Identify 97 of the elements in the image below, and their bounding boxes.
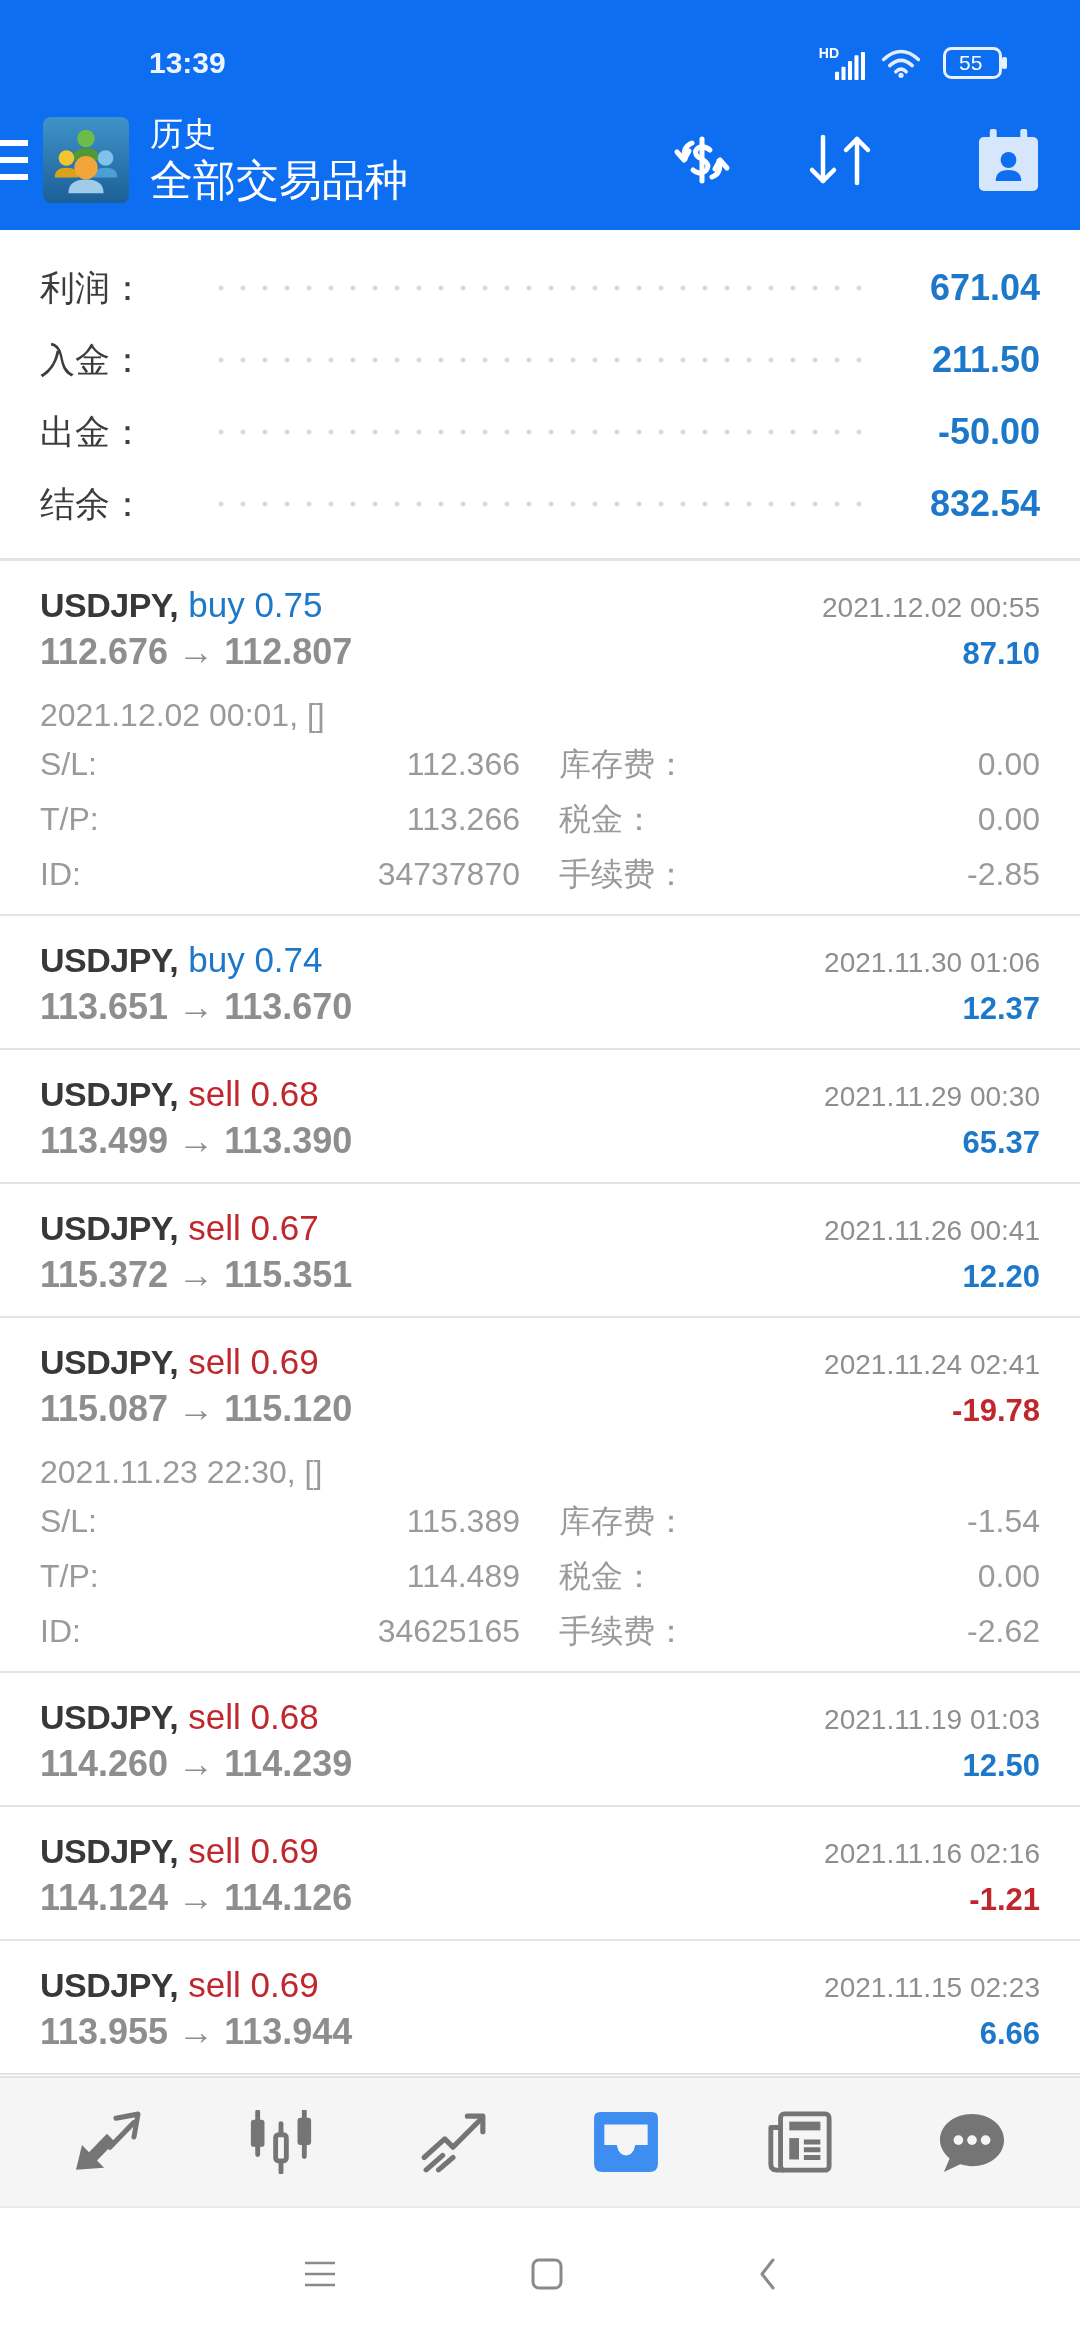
summary-value: 832.54 — [929, 483, 1040, 525]
wifi-icon — [881, 48, 921, 78]
trade-row[interactable]: USDJPY, sell 0.69 2021.11.24 02:41 115.087 → 115.120 -19.78 2021.11.23 22:30, [] S/L: 115.389 库存费： -1.54 T/P: 114.489 税金： 0.00 ID: 34625165 手续费： -2.62 — [0, 1318, 1080, 1673]
trade-row[interactable]: USDJPY, sell 0.68 2021.11.29 00:30 113.499 → 113.390 65.37 — [0, 1050, 1080, 1184]
order-type-text: sell 0.69 — [188, 1965, 319, 2005]
close-time-text: 2021.11.16 02:16 — [824, 1838, 1040, 1870]
close-time-text: 2021.12.02 00:55 — [822, 592, 1040, 624]
order-type-text: buy 0.75 — [188, 585, 323, 625]
detail-value: 114.489 — [406, 1558, 520, 1595]
home-icon[interactable] — [530, 2258, 563, 2290]
price-text: 113.651 → 113.670 — [40, 986, 353, 1028]
order-type-text: sell 0.69 — [188, 1831, 319, 1871]
summary-value: -50.00 — [937, 411, 1040, 453]
price-text: 113.499 → 113.390 — [40, 1120, 353, 1162]
detail-label: 库存费： — [559, 744, 687, 784]
summary-label: 出金： — [40, 410, 145, 453]
symbol-text: USDJPY, — [40, 1832, 179, 1871]
trade-row[interactable]: USDJPY, sell 0.67 2021.11.26 00:41 115.372 → 115.351 12.20 — [0, 1184, 1080, 1318]
battery-icon — [943, 47, 1007, 79]
detail-value: 34625165 — [377, 1613, 520, 1650]
profit-text: 12.50 — [962, 1748, 1040, 1784]
profit-text: 12.20 — [962, 1259, 1040, 1295]
detail-label: ID: — [40, 856, 81, 893]
order-type-text: sell 0.68 — [188, 1074, 319, 1114]
profit-text: 87.10 — [962, 636, 1040, 672]
price-text: 112.676 → 112.807 — [40, 631, 353, 673]
summary-label: 入金： — [40, 338, 145, 381]
symbol-text: USDJPY, — [40, 1966, 179, 2005]
summary-label: 利润： — [40, 266, 145, 309]
detail-label: 税金： — [559, 1556, 655, 1596]
profit-text: 12.37 — [962, 991, 1040, 1027]
profit-text: -19.78 — [952, 1393, 1040, 1429]
back-icon[interactable] — [758, 2258, 776, 2290]
detail-value: 0.00 — [977, 801, 1040, 838]
price-text: 115.087 → 115.120 — [40, 1388, 353, 1430]
detail-label: T/P: — [40, 801, 99, 838]
detail-label: 库存费： — [559, 1501, 687, 1541]
clock-time: 13:39 — [149, 46, 226, 80]
open-time-text: 2021.11.23 22:30, [] — [40, 1453, 323, 1492]
detail-label: 手续费： — [559, 854, 687, 894]
network-type-text: HD — [818, 46, 839, 60]
trade-row[interactable]: USDJPY, sell 0.69 2021.11.16 02:16 114.124 → 114.126 -1.21 — [0, 1807, 1080, 1941]
order-type-text: sell 0.67 — [188, 1208, 319, 1248]
symbol-text: USDJPY, — [40, 1209, 179, 1248]
menu-icon[interactable] — [0, 140, 28, 180]
app-logo-icon — [43, 117, 129, 203]
detail-value: 115.389 — [406, 1503, 520, 1540]
detail-value: -1.54 — [967, 1503, 1040, 1540]
symbol-text: USDJPY, — [40, 1075, 179, 1114]
price-text: 115.372 → 115.351 — [40, 1254, 353, 1296]
detail-value: -2.62 — [967, 1613, 1040, 1650]
close-time-text: 2021.11.29 00:30 — [824, 1081, 1040, 1113]
detail-value: 0.00 — [977, 746, 1040, 783]
symbol-text: USDJPY, — [40, 1343, 179, 1382]
detail-label: 税金： — [559, 799, 655, 839]
screen-subtitle: 全部交易品种 — [150, 155, 408, 206]
profit-text: -1.21 — [969, 1882, 1040, 1918]
price-text: 113.955 → 113.944 — [40, 2011, 353, 2053]
detail-value: 0.00 — [977, 1558, 1040, 1595]
close-time-text: 2021.11.26 00:41 — [824, 1215, 1040, 1247]
newspaper-icon — [765, 2110, 833, 2174]
detail-value: -2.85 — [967, 856, 1040, 893]
detail-value: 113.266 — [406, 801, 520, 838]
battery-text: 55 — [959, 52, 983, 74]
summary-value: 211.50 — [931, 339, 1040, 381]
price-text: 114.124 → 114.126 — [40, 1877, 353, 1919]
order-type-text: buy 0.74 — [188, 940, 323, 980]
contact-card-icon[interactable] — [977, 129, 1040, 191]
symbol-text: USDJPY, — [40, 941, 179, 980]
profit-text: 65.37 — [962, 1125, 1040, 1161]
trade-row[interactable]: USDJPY, buy 0.75 2021.12.02 00:55 112.676 → 112.807 87.10 2021.12.02 00:01, [] S/L: 112.366 库存费： 0.00 T/P: 113.266 税金： 0.00 ID: 34737870 手续费： -2.85 — [0, 561, 1080, 916]
detail-label: 手续费： — [559, 1611, 687, 1651]
detail-label: S/L: — [40, 1503, 97, 1540]
detail-label: S/L: — [40, 746, 97, 783]
symbol-text: USDJPY, — [40, 586, 179, 625]
close-time-text: 2021.11.19 01:03 — [824, 1704, 1040, 1736]
screen-title: 历史 — [150, 114, 216, 154]
summary-label: 结余： — [40, 482, 145, 525]
summary-value: 671.04 — [929, 267, 1040, 309]
close-time-text: 2021.11.24 02:41 — [824, 1349, 1040, 1381]
price-text: 114.260 → 114.239 — [40, 1743, 353, 1785]
order-type-text: sell 0.69 — [188, 1342, 319, 1382]
trade-row[interactable]: USDJPY, sell 0.68 2021.11.19 01:03 114.260 → 114.239 12.50 — [0, 1673, 1080, 1807]
detail-value: 112.366 — [406, 746, 520, 783]
menu-icon[interactable] — [304, 2261, 335, 2287]
close-time-text: 2021.11.15 02:23 — [824, 1972, 1040, 2004]
close-time-text: 2021.11.30 01:06 — [824, 947, 1040, 979]
detail-value: 34737870 — [377, 856, 520, 893]
order-type-text: sell 0.68 — [188, 1697, 319, 1737]
open-time-text: 2021.12.02 00:01, [] — [40, 696, 325, 735]
profit-text: 6.66 — [979, 2016, 1040, 2052]
detail-label: T/P: — [40, 1558, 99, 1595]
detail-label: ID: — [40, 1613, 81, 1650]
sort-icon[interactable] — [807, 133, 873, 187]
trade-row[interactable]: USDJPY, buy 0.74 2021.11.30 01:06 113.651 → 113.670 12.37 — [0, 916, 1080, 1050]
symbol-text: USDJPY, — [40, 1698, 179, 1737]
inbox-icon — [592, 2110, 661, 2174]
